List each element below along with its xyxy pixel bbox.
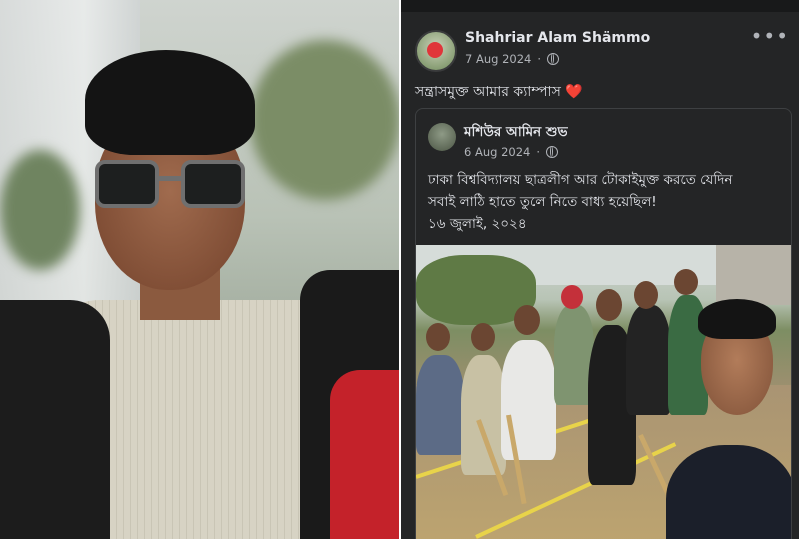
shared-author-avatar[interactable]	[428, 123, 456, 151]
selfie-person-shirt	[666, 445, 791, 539]
post-author-name[interactable]: Shahriar Alam Shämmo	[465, 30, 650, 46]
background-tree	[0, 150, 80, 270]
avatar-image	[427, 42, 443, 58]
person-head	[471, 323, 495, 351]
shared-text-date: ১৬ জুলাই, ২০২৪	[428, 216, 527, 232]
shared-post[interactable]: মশিউর আমিন শুভ 6 Aug 2024 · ঢাকা বিশ্ববি…	[415, 108, 792, 539]
hair	[85, 50, 255, 155]
shared-post-date[interactable]: 6 Aug 2024	[464, 145, 530, 159]
shared-author-name[interactable]: মশিউর আমিন শুভ	[464, 121, 568, 144]
shared-post-photo[interactable]	[416, 245, 791, 539]
person	[461, 355, 506, 475]
person	[501, 340, 556, 460]
dot-separator: ·	[536, 145, 541, 159]
person-head	[634, 281, 658, 309]
facebook-post: Shahriar Alam Shämmo 7 Aug 2024 · ••• সন…	[401, 0, 799, 539]
sunglasses-lens	[95, 160, 159, 208]
person-head	[596, 289, 622, 321]
caption-text: সন্ত্রাসমুক্ত আমার ক্যাম্পাস	[415, 84, 561, 100]
top-bar	[401, 0, 799, 12]
globe-icon	[547, 53, 560, 65]
sunglasses	[95, 160, 245, 210]
shared-post-text: ঢাকা বিশ্ববিদ্যালয় ছাত্রলীগ আর টোকাইমুক…	[428, 169, 783, 235]
dot-separator: ·	[537, 52, 542, 66]
selfie-person-hair	[698, 299, 776, 339]
more-options-icon[interactable]: •••	[751, 24, 789, 48]
flag-red-part	[330, 370, 399, 539]
shared-post-meta: 6 Aug 2024 ·	[464, 145, 559, 159]
portrait-photo	[0, 0, 399, 539]
flag-black-part	[0, 300, 110, 539]
shared-text-line: সবাই লাঠি হাতে তুলে নিতে বাধ্য হয়েছিল!	[428, 194, 657, 210]
sunglasses-bridge	[157, 176, 183, 181]
building	[716, 245, 791, 305]
post-caption: সন্ত্রাসমুক্ত আমার ক্যাম্পাস ❤️	[415, 80, 583, 104]
sunglasses-lens	[181, 160, 245, 208]
person	[416, 355, 464, 455]
person-head	[561, 285, 583, 309]
person-head	[426, 323, 450, 351]
author-avatar[interactable]	[415, 30, 457, 72]
person-head	[514, 305, 540, 335]
person-head	[674, 269, 698, 295]
post-meta: 7 Aug 2024 ·	[465, 52, 560, 66]
shared-text-line: ঢাকা বিশ্ববিদ্যালয় ছাত্রলীগ আর টোকাইমুক…	[428, 172, 733, 188]
person	[626, 305, 671, 415]
globe-icon	[546, 146, 559, 158]
heart-emoji: ❤️	[565, 84, 583, 100]
background-tree	[250, 40, 399, 200]
post-date[interactable]: 7 Aug 2024	[465, 52, 531, 66]
